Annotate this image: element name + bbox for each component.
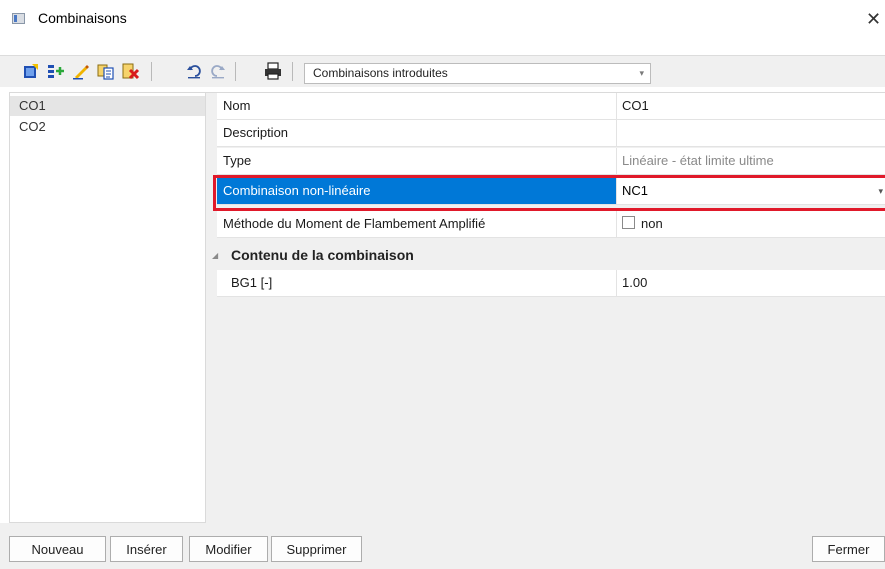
property-label: BG1 [-] — [217, 270, 617, 296]
new-button[interactable]: Nouveau — [9, 536, 106, 562]
checkbox-label: non — [641, 216, 663, 231]
delete-button[interactable]: Supprimer — [271, 536, 362, 562]
group-label: Contenu de la combinaison — [231, 247, 414, 263]
property-row-bg1[interactable]: BG1 [-] 1.00 — [217, 270, 885, 297]
list-item-co1[interactable]: CO1 — [10, 96, 205, 116]
property-grid: Nom CO1 Description Type Linéaire - état… — [206, 92, 885, 523]
property-label: Nom — [217, 93, 617, 119]
edit-button[interactable]: Modifier — [189, 536, 268, 562]
app-icon — [12, 13, 25, 24]
property-row-name[interactable]: Nom CO1 — [217, 93, 885, 120]
edit-icon[interactable] — [72, 62, 90, 80]
combination-filter-select[interactable]: Combinaisons introduites ▾ — [304, 63, 651, 84]
property-label: Combinaison non-linéaire — [217, 178, 617, 204]
description-field[interactable] — [617, 120, 885, 146]
print-icon[interactable] — [264, 62, 282, 80]
name-field[interactable]: CO1 — [617, 93, 885, 119]
close-icon[interactable]: ✕ — [862, 6, 885, 32]
toolbar-separator — [151, 62, 152, 81]
property-row-description[interactable]: Description — [217, 120, 885, 147]
copy-icon[interactable] — [97, 62, 115, 80]
property-label: Description — [217, 120, 617, 146]
combination-list: CO1 CO2 — [9, 92, 206, 523]
list-item-co2[interactable]: CO2 — [10, 117, 205, 137]
button-bar: Nouveau Insérer Modifier Supprimer Ferme… — [0, 523, 885, 569]
property-row-amplified-moment-method[interactable]: Méthode du Moment de Flambement Amplifié… — [217, 211, 885, 238]
toolbar-separator — [235, 62, 236, 81]
bg1-coefficient-field[interactable]: 1.00 — [617, 270, 885, 296]
property-label: Méthode du Moment de Flambement Amplifié — [217, 211, 617, 237]
delete-icon[interactable] — [122, 62, 140, 80]
toolbar-separator — [292, 62, 293, 81]
close-button[interactable]: Fermer — [812, 536, 885, 562]
nonlinear-combination-value: NC1 — [622, 183, 649, 198]
collapse-icon[interactable]: ◢ — [212, 242, 218, 269]
group-header-combination-content[interactable]: ◢ Contenu de la combinaison — [212, 242, 885, 269]
nonlinear-combination-select[interactable]: NC1 ▾ — [617, 178, 885, 204]
combination-filter-value: Combinaisons introduites — [313, 66, 448, 80]
chevron-down-icon: ▾ — [639, 68, 644, 78]
insert-icon[interactable] — [47, 62, 65, 80]
amplified-moment-checkbox[interactable] — [622, 216, 635, 229]
window-title: Combinaisons — [38, 10, 127, 26]
new-icon[interactable] — [22, 62, 40, 80]
toolbar: Combinaisons introduites ▾ — [0, 55, 885, 87]
amplified-moment-checkbox-field[interactable]: non — [617, 211, 885, 237]
insert-button[interactable]: Insérer — [110, 536, 183, 562]
title-bar: Combinaisons ✕ — [0, 0, 885, 37]
property-label: Type — [217, 148, 617, 174]
property-row-nonlinear-combination[interactable]: Combinaison non-linéaire NC1 ▾ — [217, 178, 885, 205]
undo-icon[interactable] — [186, 62, 204, 80]
type-value: Linéaire - état limite ultime — [622, 153, 774, 168]
chevron-down-icon[interactable]: ▾ — [878, 178, 883, 204]
property-row-type[interactable]: Type Linéaire - état limite ultime — [217, 148, 885, 175]
redo-icon[interactable] — [208, 62, 226, 80]
